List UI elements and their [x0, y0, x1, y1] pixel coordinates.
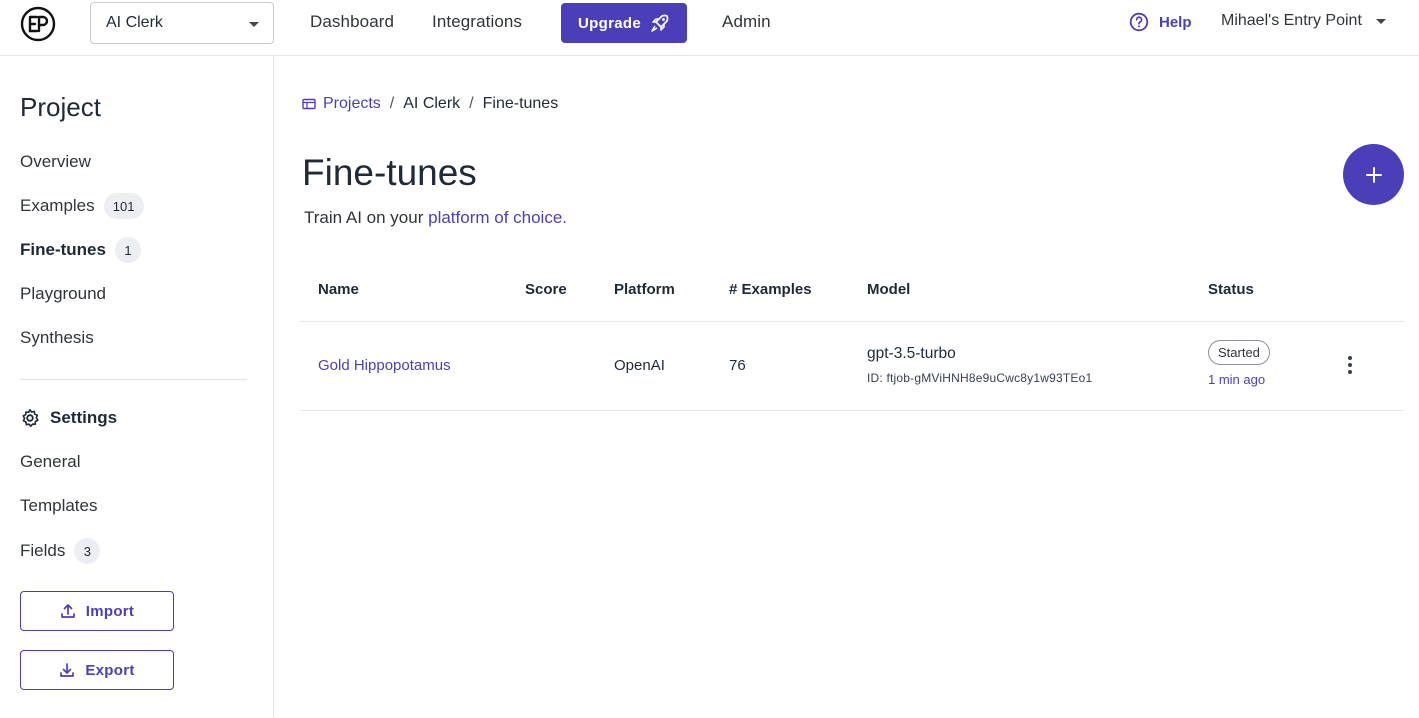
- plus-icon: [1365, 166, 1382, 183]
- sidebar-item-fields[interactable]: Fields 3: [20, 538, 101, 564]
- settings-heading: Settings: [20, 408, 117, 428]
- folder-table-icon: [302, 98, 316, 110]
- sidebar-item-label: Fine-tunes: [20, 240, 106, 259]
- nav-dashboard[interactable]: Dashboard: [310, 12, 394, 32]
- rocket-icon: [651, 14, 669, 32]
- upgrade-button[interactable]: Upgrade: [561, 3, 687, 43]
- sidebar-item-label: Playground: [20, 284, 107, 303]
- breadcrumb-separator: /: [469, 95, 474, 112]
- examples-cell: 76: [729, 357, 746, 374]
- nav-integrations[interactable]: Integrations: [432, 12, 522, 32]
- import-button[interactable]: Import: [20, 591, 174, 631]
- sidebar-item-label: Overview: [20, 152, 91, 171]
- table-divider: [300, 410, 1404, 411]
- column-header-score[interactable]: Score: [525, 281, 567, 298]
- export-label: Export: [85, 661, 135, 679]
- page-subtitle: Train AI on your platform of choice.: [304, 208, 567, 228]
- breadcrumb-current: Fine-tunes: [482, 95, 559, 112]
- page-title: Fine-tunes: [302, 152, 477, 193]
- settings-label: Settings: [50, 408, 118, 427]
- breadcrumb: Projects / AI Clerk / Fine-tunes: [302, 95, 558, 113]
- sidebar-item-label: Examples: [20, 196, 95, 215]
- column-header-model[interactable]: Model: [867, 281, 910, 298]
- sidebar-item-label: General: [20, 452, 81, 471]
- platform-cell: OpenAI: [614, 357, 665, 374]
- gear-icon: [22, 409, 39, 427]
- model-id: ID: ftjob-gMViHNH8e9uCwc8y1w93TEo1: [867, 371, 1093, 385]
- import-label: Import: [85, 602, 135, 620]
- sidebar-item-label: Synthesis: [20, 328, 94, 347]
- sidebar-title: Project: [20, 92, 101, 122]
- chevron-down-icon: [249, 22, 259, 27]
- top-bar: AI Clerk Dashboard Integrations Upgrade …: [0, 0, 1419, 56]
- breadcrumb-label: Projects: [323, 95, 381, 112]
- sidebar-item-general[interactable]: General: [20, 452, 80, 472]
- user-menu-label: Mihael's Entry Point: [1221, 12, 1362, 29]
- sidebar-item-overview[interactable]: Overview: [20, 152, 91, 172]
- fine-tune-name-link[interactable]: Gold Hippopotamus: [318, 357, 451, 374]
- sidebar-divider: [20, 379, 247, 380]
- status-badge: Started: [1208, 340, 1270, 365]
- table-divider: [300, 321, 1404, 322]
- column-header-examples[interactable]: # Examples: [729, 281, 812, 298]
- upload-icon: [60, 604, 75, 618]
- sidebar-item-label: Templates: [20, 496, 98, 515]
- download-icon: [60, 663, 75, 677]
- count-badge: 101: [103, 193, 144, 219]
- breadcrumb-project[interactable]: AI Clerk: [403, 95, 460, 113]
- export-button[interactable]: Export: [20, 650, 174, 690]
- breadcrumb-projects[interactable]: Projects: [302, 95, 381, 113]
- project-select[interactable]: AI Clerk: [90, 2, 274, 44]
- sidebar-item-playground[interactable]: Playground: [20, 284, 106, 304]
- column-header-name[interactable]: Name: [318, 281, 359, 298]
- count-badge: 3: [74, 538, 101, 564]
- column-header-platform[interactable]: Platform: [614, 281, 675, 298]
- help-label: Help: [1159, 13, 1192, 31]
- add-fine-tune-button[interactable]: [1343, 144, 1404, 205]
- user-menu[interactable]: Mihael's Entry Point: [1221, 12, 1386, 30]
- sidebar-item-fine-tunes[interactable]: Fine-tunes 1: [20, 237, 141, 263]
- sidebar-item-templates[interactable]: Templates: [20, 496, 97, 516]
- nav-admin[interactable]: Admin: [722, 12, 771, 32]
- platform-of-choice-link[interactable]: platform of choice.: [428, 208, 567, 227]
- column-header-status[interactable]: Status: [1208, 281, 1254, 298]
- ep-logo-icon[interactable]: [20, 6, 56, 42]
- project-select-value: AI Clerk: [106, 14, 163, 31]
- help-circle-icon: [1129, 12, 1149, 32]
- model-name: gpt-3.5-turbo: [867, 345, 956, 362]
- breadcrumb-separator: /: [389, 95, 395, 112]
- count-badge: 1: [114, 237, 141, 263]
- sidebar-item-examples[interactable]: Examples 101: [20, 193, 144, 219]
- chevron-down-icon: [1375, 18, 1386, 24]
- subtitle-text: Train AI on your: [304, 208, 429, 227]
- sidebar-item-synthesis[interactable]: Synthesis: [20, 328, 94, 348]
- upgrade-label: Upgrade: [578, 14, 641, 32]
- row-actions-menu-icon[interactable]: [1340, 353, 1360, 377]
- help-link[interactable]: Help: [1129, 12, 1192, 32]
- status-timestamp: 1 min ago: [1208, 372, 1266, 387]
- sidebar-item-label: Fields: [20, 541, 66, 560]
- sidebar: Project Overview Examples 101 Fine-tunes…: [0, 56, 274, 718]
